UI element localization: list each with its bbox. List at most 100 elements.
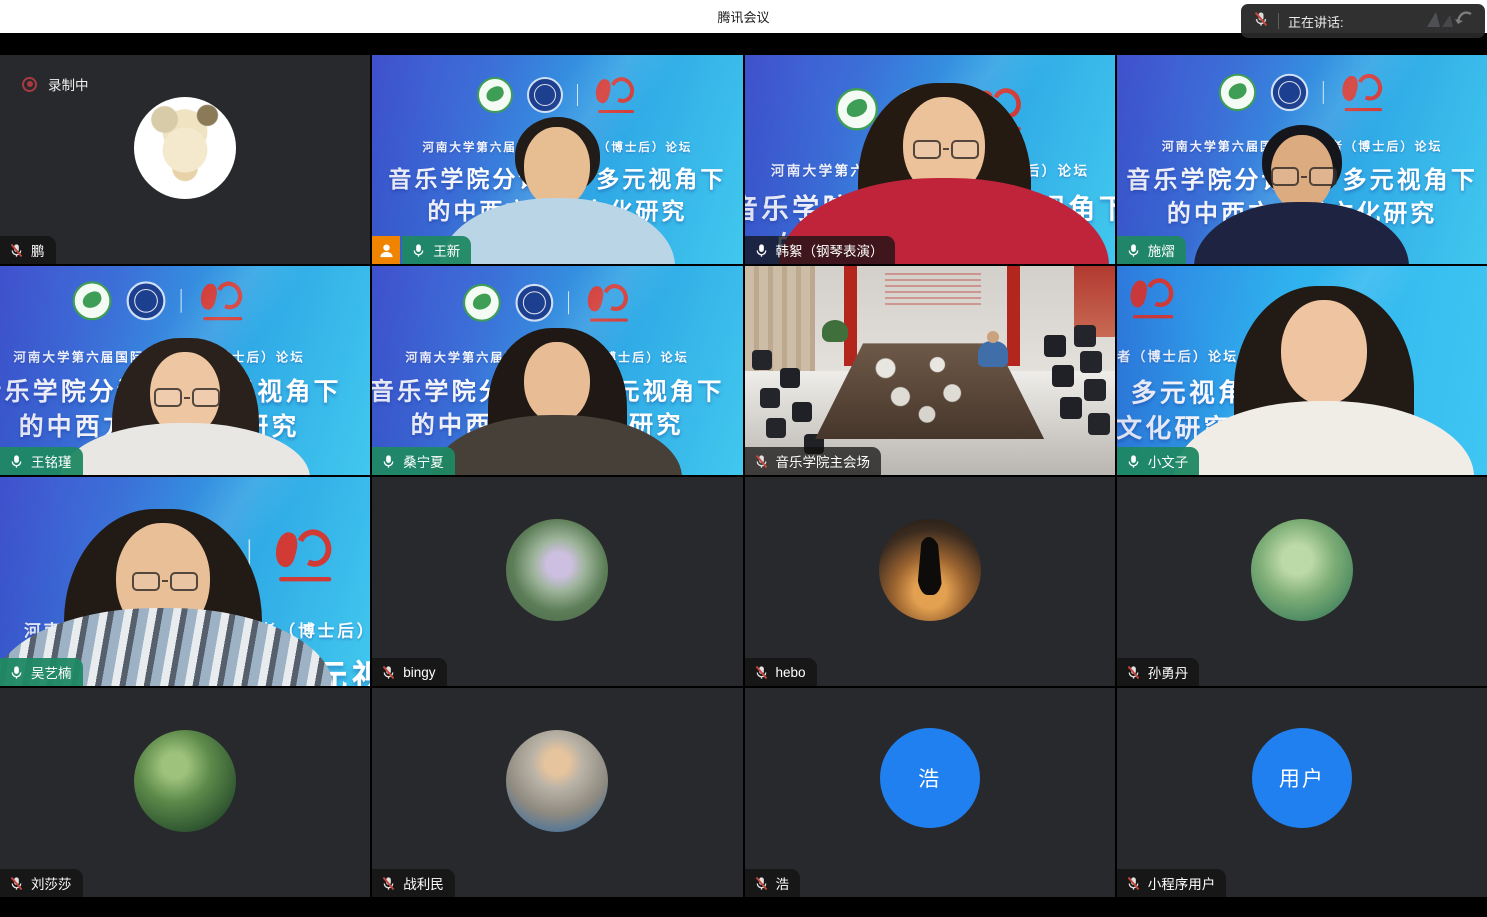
mic-on-icon <box>1126 454 1141 469</box>
mic-on-icon <box>381 454 396 469</box>
room-seated-person <box>978 341 1008 367</box>
video-tile[interactable]: 河南大学第六届国际青年学者（博士后）论坛音乐学院分论坛：多元视角下的中西方音乐文… <box>0 477 370 686</box>
participant-name: 施熠 <box>1148 240 1175 260</box>
mic-muted-icon <box>381 876 396 891</box>
forum-title-small: 河南大学第六届国际青年学者（博士后）论坛 <box>745 161 1115 180</box>
forum-title-small: 河南大学第六届国际青年学者（博士后）论坛 <box>372 349 742 366</box>
participant-name: 浩 <box>776 873 790 893</box>
university-seal-logo <box>176 529 228 581</box>
forum-title-small: 河南大学第六届国际青年学者（博士后）论坛 <box>1117 348 1294 366</box>
letter-avatar: 浩 <box>880 728 980 828</box>
flowers-photo-avatar <box>506 519 608 621</box>
video-tile[interactable]: hebo <box>745 477 1115 686</box>
forum-title-small: 河南大学第六届国际青年学者（博士后）论坛 <box>372 139 742 155</box>
cow-cartoon-avatar <box>134 97 236 199</box>
video-tile[interactable]: 音乐学院主会场 <box>745 266 1115 475</box>
forum-title-line1: 音乐学院分论坛：多元视角下 <box>1117 374 1294 410</box>
forum-title-block: 河南大学第六届国际青年学者（博士后）论坛音乐学院分论坛：多元视角下的中西方音乐文… <box>372 349 742 442</box>
virtual-background: 河南大学第六届国际青年学者（博士后）论坛音乐学院分论坛：多元视角下的中西方音乐文… <box>1117 266 1487 475</box>
room-chairs-right <box>1074 325 1096 347</box>
participant-nameplate: 王新 <box>402 236 471 264</box>
conference-room-video <box>745 266 1115 475</box>
participant-plate-bar: 浩 <box>745 869 801 897</box>
virtual-background: 河南大学第六届国际青年学者（博士后）论坛音乐学院分论坛：多元视角下的中西方音乐文… <box>745 55 1115 264</box>
video-tile[interactable]: 录制中鹏 <box>0 55 370 264</box>
room-red-banner <box>844 266 857 366</box>
sunset-silhouette-avatar <box>879 519 981 621</box>
forum-title-line1: 音乐学院分论坛：多元视角下 <box>0 374 359 409</box>
participant-name: 鹏 <box>31 240 45 260</box>
forum-title-small: 河南大学第六届国际青年学者（博士后）论坛 <box>1117 138 1487 155</box>
participant-nameplate: 小文子 <box>1117 447 1200 475</box>
trees-photo-avatar <box>134 730 236 832</box>
video-tile[interactable]: 河南大学第六届国际青年学者（博士后）论坛音乐学院分论坛：多元视角下的中西方音乐文… <box>0 266 370 475</box>
forum-logo-green <box>1218 74 1255 111</box>
forum-logo-green <box>103 529 155 581</box>
meeting-content-area: 录制中鹏河南大学第六届国际青年学者（博士后）论坛音乐学院分论坛：多元视角下的中西… <box>0 33 1487 917</box>
avatar-initial: 用户 <box>1279 763 1325 793</box>
virtual-background-artwork: 河南大学第六届国际青年学者（博士后）论坛音乐学院分论坛：多元视角下的中西方音乐文… <box>745 62 1115 264</box>
participant-nameplate: 施熠 <box>1117 236 1186 264</box>
forum-title-block: 河南大学第六届国际青年学者（博士后）论坛音乐学院分论坛：多元视角下的中西方音乐文… <box>372 139 742 227</box>
video-tile[interactable]: 河南大学第六届国际青年学者（博士后）论坛音乐学院分论坛：多元视角下的中西方音乐文… <box>1117 55 1487 264</box>
speaking-label: 正在讲话: <box>1288 12 1344 31</box>
virtual-background: 河南大学第六届国际青年学者（博士后）论坛音乐学院分论坛：多元视角下的中西方音乐文… <box>372 266 742 475</box>
participant-nameplate: bingy <box>372 658 446 686</box>
participant-plate-bar: 小程序用户 <box>1117 869 1227 897</box>
participant-plate-bar: 韩絮（钢琴表演） <box>745 236 895 264</box>
participant-name: hebo <box>776 665 806 680</box>
participant-nameplate: hebo <box>745 658 817 686</box>
video-tile[interactable]: 河南大学第六届国际青年学者（博士后）论坛音乐学院分论坛：多元视角下的中西方音乐文… <box>372 266 742 475</box>
forum-logo-row <box>372 284 742 322</box>
forum-logo-red <box>584 284 632 322</box>
video-tile[interactable]: 战利民 <box>372 688 742 897</box>
participant-nameplate: 音乐学院主会场 <box>745 447 882 475</box>
forum-logo-row <box>1117 278 1294 318</box>
mic-muted-icon <box>754 454 769 469</box>
participant-plate-bar: 施熠 <box>1117 236 1186 264</box>
video-tile[interactable]: 刘莎莎 <box>0 688 370 897</box>
participant-nameplate: 刘莎莎 <box>0 869 83 897</box>
logo-divider <box>1322 81 1323 104</box>
forum-logo-red <box>592 77 638 113</box>
participant-name: 王新 <box>433 240 460 260</box>
host-badge <box>372 236 400 264</box>
video-tile[interactable]: bingy <box>372 477 742 686</box>
video-tile[interactable]: 河南大学第六届国际青年学者（博士后）论坛音乐学院分论坛：多元视角下的中西方音乐文… <box>372 55 742 264</box>
forum-logo-row <box>1117 74 1487 111</box>
forum-logo-row <box>372 77 742 113</box>
mic-on-icon <box>411 243 426 258</box>
green-pond-avatar <box>1251 519 1353 621</box>
forum-title-line2: 的中西方音乐文化研究 <box>0 409 359 444</box>
logo-divider <box>568 291 569 314</box>
room-wall-text <box>885 273 981 307</box>
participant-name: 刘莎莎 <box>31 873 72 893</box>
forum-title-line1: 音乐学院分论坛：多元视角下 <box>372 163 742 195</box>
participant-name: 小文子 <box>1148 451 1189 471</box>
participant-plate-bar: 吴艺楠 <box>0 658 83 686</box>
video-tile[interactable]: 浩浩 <box>745 688 1115 897</box>
forum-logo-green <box>477 77 513 113</box>
participant-plate-bar: 桑宁夏 <box>372 447 455 475</box>
participant-name: 韩絮（钢琴表演） <box>776 240 884 260</box>
participant-name: 音乐学院主会场 <box>776 451 871 471</box>
forum-title-block: 河南大学第六届国际青年学者（博士后）论坛音乐学院分论坛：多元视角下的中西方音乐文… <box>0 348 359 443</box>
mic-muted-icon <box>1253 11 1269 32</box>
forum-logo-row <box>0 529 370 581</box>
forum-logo-red <box>970 88 1024 130</box>
participant-plate-bar: bingy <box>372 658 446 686</box>
participant-nameplate: 桑宁夏 <box>372 447 455 475</box>
recording-icon <box>22 77 37 92</box>
speaking-bar-arrow-icons <box>1419 7 1477 36</box>
participant-plate-bar: 鹏 <box>0 236 56 264</box>
logo-divider <box>180 289 181 313</box>
forum-title-line2: 的中西方音乐文化研究 <box>372 408 742 442</box>
participant-plate-bar: 王新 <box>372 236 471 264</box>
participant-nameplate: 王铭瑾 <box>0 447 83 475</box>
video-tile[interactable]: 孙勇丹 <box>1117 477 1487 686</box>
university-seal-logo <box>515 284 553 322</box>
forum-logo-row <box>0 281 359 320</box>
video-tile[interactable]: 用户小程序用户 <box>1117 688 1487 897</box>
video-tile[interactable]: 河南大学第六届国际青年学者（博士后）论坛音乐学院分论坛：多元视角下的中西方音乐文… <box>745 55 1115 264</box>
video-tile[interactable]: 河南大学第六届国际青年学者（博士后）论坛音乐学院分论坛：多元视角下的中西方音乐文… <box>1117 266 1487 475</box>
